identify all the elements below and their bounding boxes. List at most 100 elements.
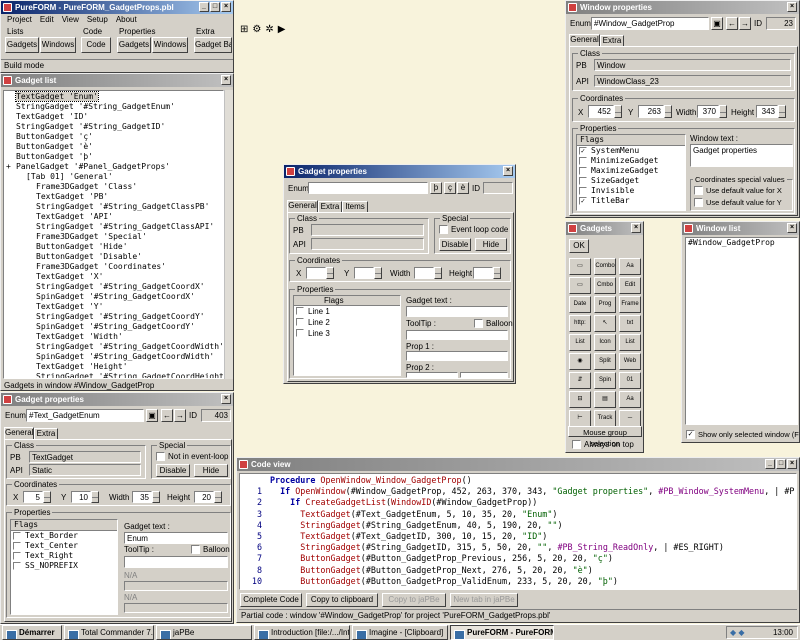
form-y-field[interactable]	[354, 267, 374, 279]
tree-item[interactable]: Frame3DGadget 'Special'	[4, 232, 223, 242]
disable-button[interactable]: Disable	[156, 464, 190, 477]
wp-next-button[interactable]: →	[739, 17, 751, 30]
line-item[interactable]: Line 2	[294, 317, 400, 328]
wp-width-field[interactable]: 370	[697, 105, 719, 118]
flag-checkbox[interactable]	[13, 552, 21, 560]
wp-y-field[interactable]: 263	[638, 105, 664, 118]
gadget-tool-button[interactable]: List	[619, 334, 641, 351]
menu-project[interactable]: Project	[7, 14, 32, 25]
window-properties-title-bar[interactable]: Window properties ×	[566, 1, 799, 14]
settings-icon[interactable]: ⚙	[252, 24, 261, 38]
gadget-tool-button[interactable]: Combo	[594, 258, 616, 275]
lists-windows-button[interactable]: Windows	[40, 37, 76, 53]
close-icon[interactable]: ×	[221, 394, 231, 404]
task-total-commander[interactable]: Total Commander 7.02a - ...	[64, 625, 154, 640]
close-icon[interactable]: ×	[787, 223, 797, 233]
form-prop1-field[interactable]	[406, 351, 508, 361]
code-editor[interactable]: Procedure OpenWindow_Window_GadgetProp()…	[239, 473, 797, 590]
line-checkbox[interactable]	[296, 307, 304, 315]
gadget-tool-button[interactable]: ▭	[569, 277, 591, 294]
enum-field[interactable]: #Text_GadgetEnum	[26, 409, 144, 422]
code-line[interactable]: 8 ButtonGadget(#Button_GadgetProp_Next, …	[240, 565, 796, 576]
wp-x-field[interactable]: 452	[588, 105, 614, 118]
x-field[interactable]: 5	[23, 491, 43, 503]
tree-item[interactable]: StringGadget '#String_GadgetClassAPI'	[4, 222, 223, 232]
tree-item[interactable]: TextGadget 'Enum'	[4, 91, 223, 102]
tree-item[interactable]: TextGadget 'Width'	[4, 332, 223, 342]
new-tab-in-japbe-button[interactable]: New tab in jaPBe	[450, 593, 518, 607]
line-checkbox[interactable]	[296, 329, 304, 337]
wp-flag-item[interactable]: ✓ TitleBar	[577, 196, 685, 206]
tooltip-field[interactable]	[124, 556, 228, 568]
tree-item[interactable]: [Tab 01] 'General'	[4, 172, 223, 182]
close-icon[interactable]: ×	[787, 459, 797, 469]
maximize-icon[interactable]: □	[210, 2, 220, 12]
code-line[interactable]: 2 If CreateGadgetList(WindowID(#Window_G…	[240, 497, 796, 508]
y-spin[interactable]	[91, 491, 99, 503]
tree-item[interactable]: ButtonGadget 'þ'	[4, 152, 223, 162]
code-line[interactable]: 4 StringGadget(#String_GadgetEnum, 40, 5…	[240, 520, 796, 531]
line-item[interactable]: Line 3	[294, 328, 400, 339]
tree-item[interactable]: TextGadget 'PB'	[4, 192, 223, 202]
gadget-tool-button[interactable]: ⇵	[569, 372, 591, 389]
form-height-field[interactable]	[473, 267, 493, 279]
complete-code-button[interactable]: Complete Code	[240, 593, 302, 607]
gadget-list-title-bar[interactable]: Gadget list ×	[1, 74, 233, 87]
flag-checkbox[interactable]	[13, 532, 21, 540]
form-prop2-field-b[interactable]	[460, 372, 508, 378]
window-list-box[interactable]: #Window_GadgetProp	[685, 237, 798, 425]
form-event-loop-checkbox[interactable]	[439, 225, 448, 234]
gadgets-title-bar[interactable]: Gadgets ×	[566, 222, 643, 235]
menu-about[interactable]: About	[116, 14, 137, 25]
previous-button[interactable]: ←	[161, 409, 173, 422]
form-tooltip-field[interactable]	[406, 330, 508, 340]
code-line[interactable]: Procedure OpenWindow_Window_GadgetProp()	[240, 475, 796, 486]
tree-item[interactable]: StringGadget '#String_GadgetEnum'	[4, 102, 223, 112]
flag-checkbox[interactable]	[13, 542, 21, 550]
gadget-tool-button[interactable]: Spin	[594, 372, 616, 389]
code-line[interactable]: 10 ButtonGadget(#Button_GadgetProp_Valid…	[240, 576, 796, 587]
gadget-tool-button[interactable]: Icon	[594, 334, 616, 351]
code-button[interactable]: Code	[81, 37, 111, 53]
flag-checkbox[interactable]	[13, 562, 21, 570]
gear-icon[interactable]: ✲	[265, 24, 273, 38]
gadget-tree[interactable]: TextGadget 'Enum' StringGadget '#String_G…	[3, 90, 224, 379]
maximize-icon[interactable]: □	[776, 459, 786, 469]
wp-flag-checkbox[interactable]	[579, 187, 587, 195]
copy-to-clipboard-button[interactable]: Copy to clipboard	[306, 593, 378, 607]
gadget-tool-button[interactable]: http:	[569, 315, 591, 332]
height-field[interactable]: 20	[194, 491, 214, 503]
gadget-tool-button[interactable]: Split	[594, 353, 616, 370]
form-x-field[interactable]	[306, 267, 326, 279]
gadget-tool-button[interactable]: Aa	[619, 258, 641, 275]
gadget-bar-button[interactable]: Gadget Bar	[194, 37, 232, 53]
tab-general[interactable]: General	[4, 427, 34, 439]
window-list-title-bar[interactable]: Window list ×	[682, 222, 799, 235]
gadget-tool-button[interactable]: Date	[569, 296, 591, 313]
wp-flag-item[interactable]: SizeGadget	[577, 176, 685, 186]
tree-item[interactable]: TextGadget 'ID'	[4, 112, 223, 122]
form-balloon-checkbox[interactable]	[474, 319, 483, 328]
flags-list[interactable]: Flags Text_Border Text_Center Text_Right SS…	[10, 519, 118, 615]
gadget-tool-button[interactable]: Track	[594, 410, 616, 427]
code-line[interactable]: 6 StringGadget(#String_GadgetID, 315, 5,…	[240, 542, 796, 553]
tree-item[interactable]: ButtonGadget 'Hide'	[4, 242, 223, 252]
menu-edit[interactable]: Edit	[40, 14, 54, 25]
code-view-title-bar[interactable]: Code view _ □ ×	[237, 458, 799, 471]
code-line[interactable]: 5 TextGadget(#Text_GadgetID, 300, 10, 15…	[240, 531, 796, 542]
play-icon[interactable]: ▶	[278, 24, 286, 38]
gadget-tool-button[interactable]: Aa	[619, 391, 641, 408]
wp-flag-checkbox[interactable]	[579, 157, 587, 165]
menu-setup[interactable]: Setup	[87, 14, 108, 25]
code-line[interactable]: 3 TextGadget(#Text_GadgetEnum, 5, 10, 35…	[240, 509, 796, 520]
wp-flags-list[interactable]: Flags ✓ SystemMenu MinimizeGadget MaximizeG…	[576, 134, 686, 211]
height-spin[interactable]	[214, 491, 222, 503]
form-next-button[interactable]: è	[457, 182, 469, 194]
lists-gadgets-button[interactable]: Gadgets	[5, 37, 39, 53]
form-y-spin[interactable]	[374, 267, 382, 279]
gadget-tool-button[interactable]: Edit	[619, 277, 641, 294]
width-field[interactable]: 35	[132, 491, 152, 503]
align-icon[interactable]: ⊞	[240, 24, 248, 38]
gadget-tool-button[interactable]: ↖	[594, 315, 616, 332]
window-list-item[interactable]: #Window_GadgetProp	[686, 238, 797, 248]
